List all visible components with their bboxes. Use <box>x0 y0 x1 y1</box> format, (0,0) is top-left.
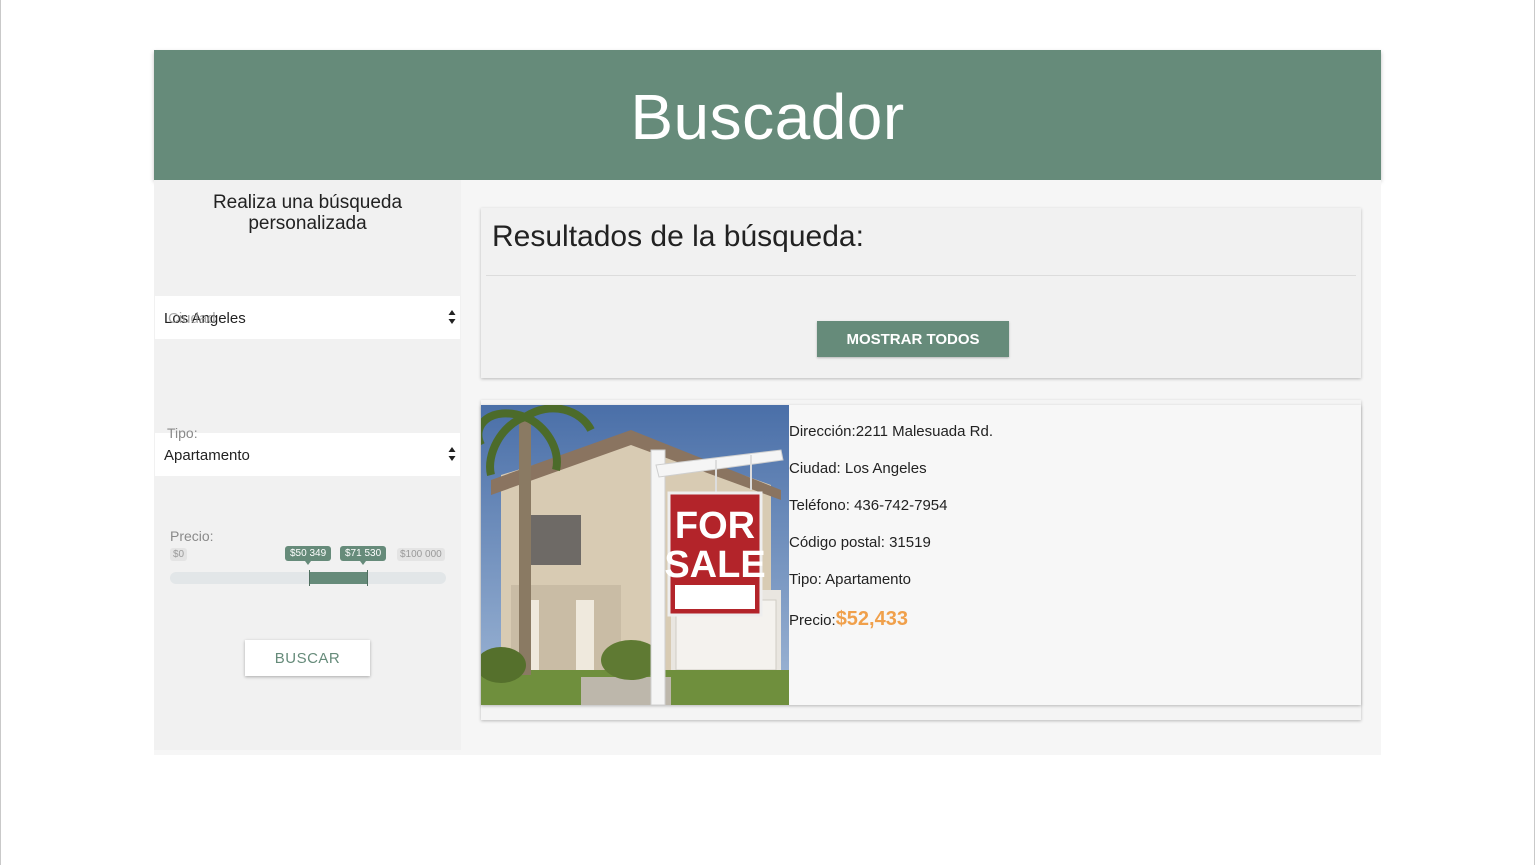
direccion-value: 2211 Malesuada Rd. <box>855 423 994 440</box>
property-image: FOR SALE <box>481 405 789 705</box>
results-title: Resultados de la búsqueda: <box>492 220 864 253</box>
info-direccion: Dirección:2211 Malesuada Rd. <box>789 423 993 440</box>
page-title: Buscador <box>630 81 905 153</box>
telefono-label: Teléfono: <box>789 497 850 514</box>
ciudad-select[interactable]: Los Angeles Ciudad <box>155 296 460 339</box>
info-precio: Precio:$52,433 <box>789 608 908 631</box>
results-panel: Resultados de la búsqueda: MOSTRAR TODOS <box>481 208 1361 378</box>
codigo-value: 31519 <box>889 534 931 551</box>
mostrar-todos-button[interactable]: MOSTRAR TODOS <box>817 321 1009 357</box>
info-telefono: Teléfono: 436-742-7954 <box>789 497 947 514</box>
sign-text-line2: SALE <box>664 544 765 586</box>
price-range-max-label: $100 000 <box>397 548 445 561</box>
price-range-from-handle[interactable] <box>308 570 310 586</box>
results-divider <box>486 275 1356 276</box>
info-tipo: Tipo: Apartamento <box>789 571 911 588</box>
select-arrows-icon <box>448 447 456 461</box>
telefono-value: 436-742-7954 <box>854 497 948 514</box>
direccion-label: Dirección: <box>789 423 856 440</box>
info-ciudad: Ciudad: Los Angeles <box>789 460 927 477</box>
tipo-select-value: Apartamento <box>164 447 250 464</box>
page-header: Buscador <box>154 50 1381 180</box>
tipo-info-label: Tipo: <box>789 571 822 588</box>
price-range-selected-bar[interactable] <box>308 572 368 584</box>
main-wrapper: Realiza una búsqueda personalizada Los A… <box>154 180 1381 755</box>
ciudad-value: Los Angeles <box>844 460 927 477</box>
tipo-label: Tipo: <box>167 425 198 441</box>
ciudad-label: Ciudad: <box>789 460 841 477</box>
buscar-button[interactable]: BUSCAR <box>245 640 370 676</box>
search-sidebar: Realiza una búsqueda personalizada Los A… <box>154 180 461 750</box>
info-codigo-postal: Código postal: 31519 <box>789 534 931 551</box>
precio-info-label: Precio: <box>789 612 836 629</box>
property-info: Dirección:2211 Malesuada Rd. Ciudad: Los… <box>789 405 1361 705</box>
price-range-to-handle[interactable] <box>367 570 369 586</box>
precio-value: $52,433 <box>835 608 908 630</box>
select-arrows-icon <box>448 310 456 324</box>
sign-text-line1: FOR <box>675 505 755 547</box>
result-card: FOR SALE Dirección:2211 Malesuada Rd. Ci… <box>481 405 1361 705</box>
ciudad-placeholder: Ciudad <box>168 310 216 327</box>
window-edge-left <box>0 0 1 865</box>
precio-label: Precio: <box>170 528 214 544</box>
for-sale-house-image: FOR SALE <box>481 405 789 705</box>
price-range-from-label: $50 349 <box>285 546 332 565</box>
price-range-to-label: $71 530 <box>340 546 387 565</box>
tipo-select[interactable]: Tipo: Apartamento <box>155 425 460 476</box>
codigo-label: Código postal: <box>789 534 885 551</box>
tipo-info-value: Apartamento <box>825 571 912 588</box>
sidebar-title: Realiza una búsqueda personalizada <box>212 192 403 234</box>
result-card-container: FOR SALE Dirección:2211 Malesuada Rd. Ci… <box>481 400 1361 720</box>
price-range-min-label: $0 <box>170 548 188 561</box>
